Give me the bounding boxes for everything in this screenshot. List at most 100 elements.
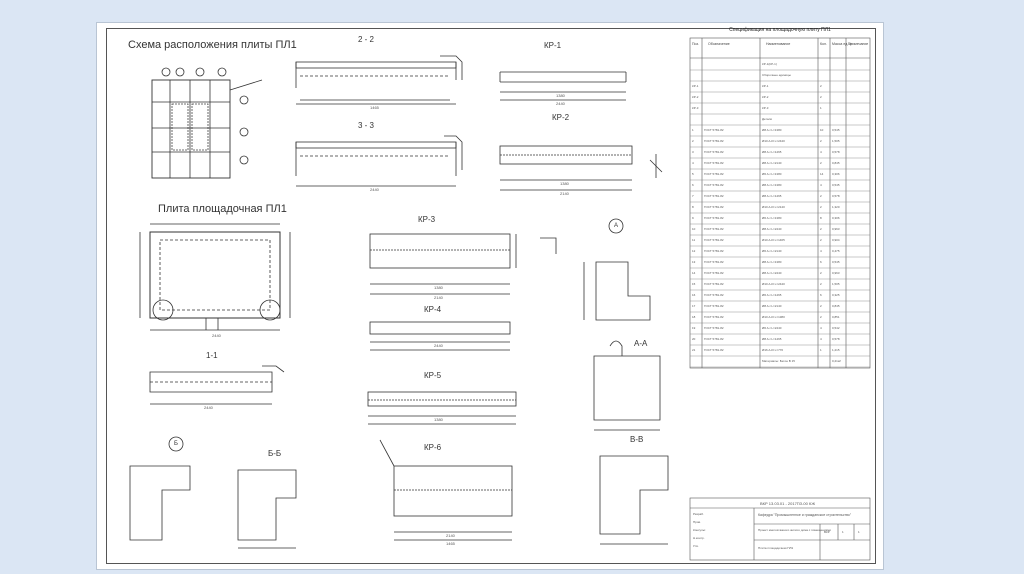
section-b-b-title: Б-Б <box>268 449 282 458</box>
spec-cell: Ø6 A-I L=1380 <box>762 172 782 176</box>
spec-cell: ГОСТ 5781-82 <box>704 128 724 132</box>
stamp-org: Кафедра "Промышленное и гражданское стро… <box>758 513 852 517</box>
spec-cell: 10 <box>820 128 824 132</box>
spec-header: Наименование <box>766 42 791 46</box>
dim-label: 1380 <box>556 93 565 98</box>
kp2-title: КР-2 <box>552 113 570 122</box>
spec-cell: ГОСТ 5781-82 <box>704 337 724 341</box>
dim-label: 1465 <box>370 105 379 110</box>
dim-label: 2440 <box>556 101 565 106</box>
spec-cell: ГОСТ 5781-82 <box>704 315 724 319</box>
spec-cell: Ø10 A-III L=2140 <box>762 205 785 209</box>
kp1-title: КР-1 <box>544 41 562 50</box>
spec-cell: 2 <box>820 161 822 165</box>
spec-cell: ГОСТ 5781-82 <box>704 161 724 165</box>
kp3-title: КР-3 <box>418 215 436 224</box>
spec-cell: Детали <box>762 117 773 121</box>
dim-label: 1380 <box>434 285 443 290</box>
spec-caption: Спецификация на площадочную плиту ПЛ1 <box>729 27 831 33</box>
spec-cell: Ø10 A-III L=2440 <box>762 139 785 143</box>
spec-cell: КР-1(КР-1) <box>762 62 777 66</box>
spec-cell: КР-1 <box>692 84 699 88</box>
spec-cell: КР-2 <box>692 95 699 99</box>
spec-cell: Ø6 A-I L=1380 <box>762 216 782 220</box>
spec-cell: Ø8 A-I L=2440 <box>762 227 782 231</box>
spec-cell: 1,215 <box>832 348 840 352</box>
stamp-sheet: 1 <box>842 530 844 534</box>
dim-label: 2140 <box>434 295 443 300</box>
spec-cell: КР-2 <box>762 95 769 99</box>
spec-cell: 1,505 <box>832 282 840 286</box>
spec-cell: 0,542 <box>832 326 840 330</box>
spec-cell: ГОСТ 5781-82 <box>704 194 724 198</box>
spec-cell: 10 <box>692 227 696 231</box>
spec-cell: Ø10 A-III L=2440 <box>762 282 785 286</box>
spec-cell: 2 <box>820 304 822 308</box>
spec-cell: Ø8 A-I L=1465 <box>762 150 782 154</box>
spec-cell: КР-3 <box>762 106 769 110</box>
spec-cell: 8 <box>692 205 694 209</box>
spec-cell: КР-3 <box>692 106 699 110</box>
spec-cell: Ø6 A-I L=1465 <box>762 293 782 297</box>
spec-cell: Ø6 A-I L=2140 <box>762 249 782 253</box>
spec-cell: 15 <box>692 282 696 286</box>
spec-cell: 11 <box>692 238 696 242</box>
spec-cell: 0,325 <box>832 293 840 297</box>
stamp-role: Н.контр. <box>693 536 705 540</box>
spec-cell: ГОСТ 5781-82 <box>704 326 724 330</box>
dim-label: 2140 <box>560 191 569 196</box>
spec-cell: 3 <box>692 150 694 154</box>
spec-cell: 0,545 <box>832 128 840 132</box>
section-1-1-title: 1-1 <box>206 351 218 360</box>
kp4-title: КР-4 <box>424 305 442 314</box>
node-a-label: А <box>614 223 619 229</box>
spec-cell: 8 <box>820 216 822 220</box>
spec-cell: 4 <box>820 249 822 253</box>
spec-cell: 6 <box>820 293 822 297</box>
dim-label: 1380 <box>560 181 569 186</box>
spec-cell: 19 <box>692 326 696 330</box>
kp6-title: КР-6 <box>424 443 442 452</box>
spec-cell: 2 <box>820 84 822 88</box>
spec-cell: ГОСТ 5781-82 <box>704 282 724 286</box>
spec-cell: ГОСТ 5781-82 <box>704 348 724 352</box>
spec-cell: 0,578 <box>832 337 840 341</box>
spec-cell: Ø10 A-III L=1380 <box>762 315 785 319</box>
spec-cell: 7 <box>692 194 694 198</box>
kp5-title: КР-5 <box>424 371 442 380</box>
spec-cell: 13 <box>692 260 696 264</box>
stamp-role: Разраб. <box>693 512 704 516</box>
spec-cell: ГОСТ 5781-82 <box>704 293 724 297</box>
spec-cell: 14 <box>820 172 824 176</box>
spec-cell: Ø8 A-I L=2140 <box>762 304 782 308</box>
spec-cell: ГОСТ 5781-82 <box>704 304 724 308</box>
spec-header: Примечание <box>848 42 869 46</box>
spec-cell: 2 <box>820 139 822 143</box>
spec-cell: 1,505 <box>832 139 840 143</box>
stamp-project: Проект многоэтажного жилого дома с помещ… <box>758 528 831 532</box>
spec-cell: 14 <box>692 271 696 275</box>
section-3-3-title: 3 - 3 <box>358 121 375 130</box>
spec-cell: 0,306 <box>832 216 840 220</box>
spec-cell: 6 <box>692 183 694 187</box>
spec-cell: 5 <box>692 172 694 176</box>
spec-cell: 2 <box>692 139 694 143</box>
spec-cell: Ø16 A-III L=770 <box>762 348 784 352</box>
spec-cell: 17 <box>692 304 696 308</box>
spec-cell: 6 <box>820 260 822 264</box>
spec-cell: КР-1 <box>762 84 769 88</box>
spec-cell: 0,963 <box>832 271 840 275</box>
spec-cell: 18 <box>692 315 696 319</box>
spec-cell: 2 <box>820 227 822 231</box>
spec-cell: 20 <box>692 337 696 341</box>
section-2-2-title: 2 - 2 <box>358 35 375 44</box>
spec-cell: 2 <box>820 238 822 242</box>
dim-label: 2440 <box>212 333 221 338</box>
spec-cell: 0,545 <box>832 260 840 264</box>
spec-cell: 0,904 <box>832 238 840 242</box>
spec-cell: 1 <box>692 128 694 132</box>
stamp-code: ВКР 13.03.01 - 2017ПЗ-00 КЖ <box>760 501 816 506</box>
spec-cell: Ø8 A-I L=2140 <box>762 161 782 165</box>
spec-cell: 0,851 <box>832 315 840 319</box>
spec-cell: 4 <box>820 150 822 154</box>
